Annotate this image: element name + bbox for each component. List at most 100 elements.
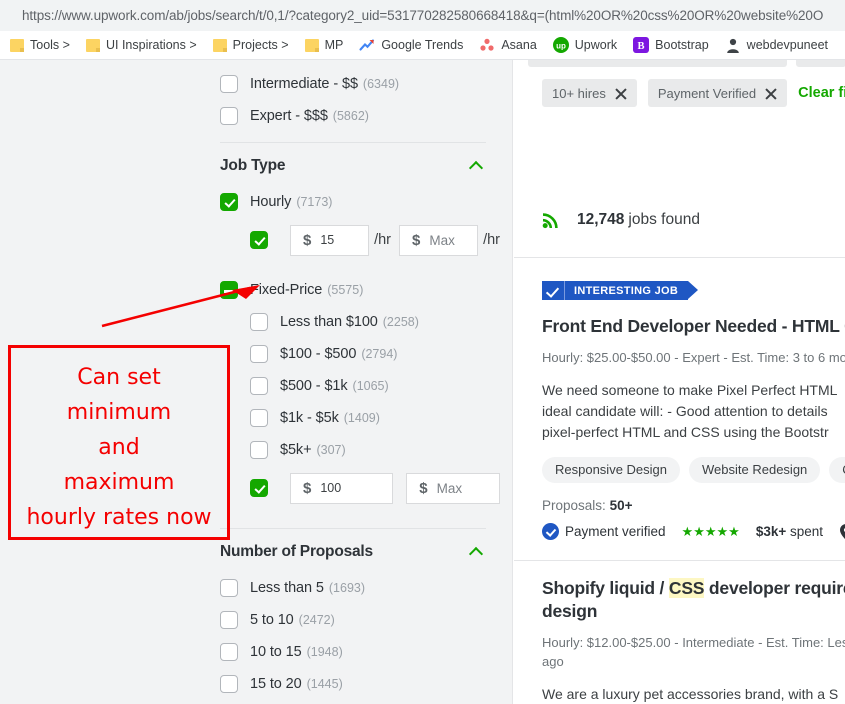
- chip-payment-verified[interactable]: Payment Verified: [647, 79, 788, 107]
- client-spent: $3k+ spent: [756, 524, 823, 539]
- filter-fixed-price[interactable]: Fixed-Price (5575): [220, 274, 500, 306]
- filter-count: (2794): [361, 347, 398, 361]
- job-tag[interactable]: Website Redesign: [689, 457, 821, 483]
- divider: [514, 560, 845, 561]
- fixed-max-input[interactable]: $ Max: [406, 472, 500, 504]
- checkbox-5k-plus[interactable]: [250, 441, 268, 459]
- checkbox-100-500[interactable]: [250, 345, 268, 363]
- annotation-box: Can set minimum and maximum hourly rates…: [8, 345, 230, 540]
- rss-icon[interactable]: [542, 210, 561, 229]
- checkbox-hourly[interactable]: [220, 193, 238, 211]
- url-bar[interactable]: https://www.upwork.com/ab/jobs/search/t/…: [0, 0, 845, 31]
- location-pin-icon: [840, 523, 845, 539]
- badge-label: INTERESTING JOB: [574, 284, 679, 297]
- bookmark-bootstrap[interactable]: B Bootstrap: [633, 37, 709, 53]
- currency-symbol: $: [412, 231, 421, 249]
- job-title[interactable]: Shopify liquid / CSS developer required …: [542, 578, 845, 599]
- checkbox-fixed-range[interactable]: [250, 479, 268, 497]
- job-meta-line: ago: [542, 654, 564, 669]
- filter-label: $1k - $5k: [280, 410, 339, 426]
- per-hour-label: /hr: [374, 232, 391, 248]
- filter-5k-plus[interactable]: $5k+ (307): [250, 434, 500, 466]
- spent-label: spent: [786, 524, 824, 539]
- filter-label: $100 - $500: [280, 346, 357, 362]
- job-stats-row: Payment verified ★★★★★ $3k+ spent Un: [542, 523, 845, 540]
- bookmark-tools[interactable]: Tools >: [10, 38, 70, 52]
- clear-filters-link[interactable]: Clear filte: [798, 85, 845, 101]
- bookmark-projects[interactable]: Projects >: [212, 38, 289, 52]
- close-icon[interactable]: [614, 87, 627, 100]
- checkbox-expert[interactable]: [220, 107, 238, 125]
- filter-5-to-10[interactable]: 5 to 10 (2472): [220, 604, 500, 636]
- filter-hourly[interactable]: Hourly (7173): [220, 186, 500, 218]
- page-info-icon[interactable]: [2, 9, 14, 23]
- bookmark-label: MP: [324, 38, 344, 52]
- filter-500-1k[interactable]: $500 - $1k (1065): [250, 370, 500, 402]
- filter-1k-5k[interactable]: $1k - $5k (1409): [250, 402, 500, 434]
- filter-label: Less than 5: [250, 580, 324, 596]
- fixed-min-input[interactable]: $ 100: [290, 472, 394, 504]
- filter-count: (1445): [306, 677, 343, 691]
- svg-text:up: up: [556, 41, 566, 50]
- checkbox-intermediate[interactable]: [220, 75, 238, 93]
- filter-10-to-15[interactable]: 10 to 15 (1948): [220, 636, 500, 668]
- job-card[interactable]: Shopify liquid / CSS developer required …: [542, 578, 845, 704]
- filter-count: (6349): [362, 77, 400, 91]
- checkbox-hourly-rate[interactable]: [250, 231, 268, 249]
- filter-less-than-100[interactable]: Less than $100 (2258): [250, 306, 500, 338]
- section-header-proposals[interactable]: Number of Proposals: [220, 532, 486, 572]
- job-title[interactable]: Front End Developer Needed - HTML CS: [542, 316, 845, 337]
- chevron-up-icon[interactable]: [468, 157, 486, 175]
- annotation-line: minimum: [66, 400, 172, 425]
- jobs-found-label: jobs found: [628, 210, 700, 228]
- close-icon[interactable]: [764, 87, 777, 100]
- filter-intermediate[interactable]: Intermediate - $$ (6349): [220, 68, 500, 100]
- section-header-job-type[interactable]: Job Type: [220, 146, 486, 186]
- currency-symbol: $: [303, 479, 312, 497]
- checkbox-500-1k[interactable]: [250, 377, 268, 395]
- job-description: We are a luxury pet accessories brand, w…: [542, 684, 845, 704]
- checkbox-less-than-100[interactable]: [250, 313, 268, 331]
- job-title-line2[interactable]: design: [542, 601, 845, 622]
- checkbox-15-to-20[interactable]: [220, 675, 238, 693]
- chevron-up-icon[interactable]: [468, 543, 486, 561]
- check-icon: [542, 281, 564, 300]
- job-title-part: Shopify liquid /: [542, 578, 669, 598]
- asana-icon: [480, 38, 494, 51]
- svg-text:B: B: [638, 41, 645, 52]
- hourly-max-input[interactable]: $ Max: [399, 224, 479, 256]
- jobs-found-count: 12,748: [577, 210, 625, 228]
- checkbox-5-to-10[interactable]: [220, 611, 238, 629]
- checkbox-1k-5k[interactable]: [250, 409, 268, 427]
- filter-100-500[interactable]: $100 - $500 (2794): [250, 338, 500, 370]
- filter-expert[interactable]: Expert - $$$ (5862): [220, 100, 500, 132]
- filter-less-than-5[interactable]: Less than 5 (1693): [220, 572, 500, 604]
- job-card[interactable]: INTERESTING JOB Front End Developer Need…: [542, 281, 845, 540]
- job-tag[interactable]: Responsive Design: [542, 457, 681, 483]
- url-text[interactable]: https://www.upwork.com/ab/jobs/search/t/…: [22, 8, 823, 23]
- hourly-min-input[interactable]: $ 15: [290, 224, 370, 256]
- bookmark-ui-inspirations[interactable]: UI Inspirations >: [85, 38, 197, 52]
- checkbox-10-to-15[interactable]: [220, 643, 238, 661]
- chip-stubs-row: [528, 60, 845, 67]
- bookmark-upwork[interactable]: up Upwork: [552, 37, 617, 53]
- bookmark-mp[interactable]: MP: [304, 38, 344, 52]
- job-description-line: We are a luxury pet accessories brand, w…: [542, 686, 839, 702]
- results-pane: 10+ hires Payment Verified Clear filte 1…: [514, 60, 845, 704]
- fixed-min-value: 100: [320, 481, 342, 495]
- bookmark-google-trends[interactable]: Google Trends: [359, 37, 463, 53]
- filter-15-to-20[interactable]: 15 to 20 (1445): [220, 668, 500, 700]
- bookmark-label: Bootstrap: [655, 38, 709, 52]
- bookmark-asana[interactable]: Asana: [479, 37, 537, 53]
- verified-badge-icon: [542, 523, 559, 540]
- chip-10-plus-hires[interactable]: 10+ hires: [542, 79, 637, 107]
- job-tag[interactable]: CSS: [829, 457, 845, 483]
- bookmark-webdevpuneet[interactable]: webdevpuneet: [725, 37, 828, 53]
- bootstrap-icon: B: [633, 37, 650, 53]
- filter-count: (307): [316, 443, 346, 457]
- bookmark-label: UI Inspirations >: [105, 38, 197, 52]
- checkbox-less-than-5[interactable]: [220, 579, 238, 597]
- filter-count: (2258): [382, 315, 419, 329]
- checkbox-fixed-price[interactable]: [220, 281, 238, 299]
- filter-label: 10 to 15: [250, 644, 302, 660]
